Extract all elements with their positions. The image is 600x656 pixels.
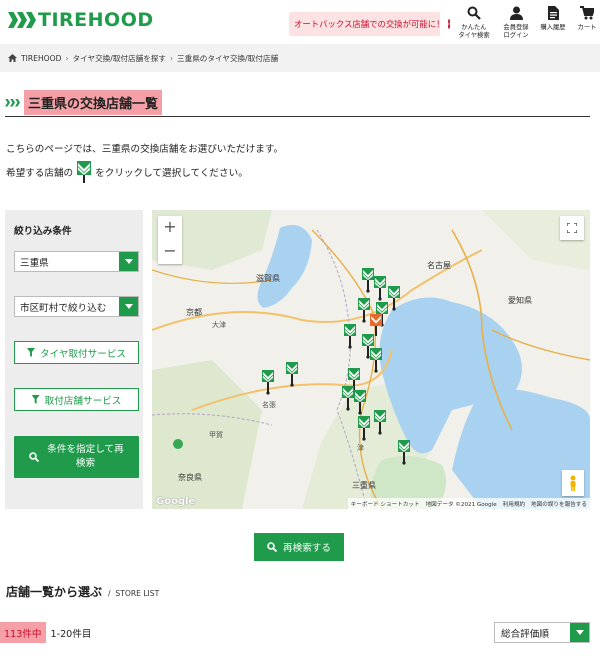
breadcrumb-item-tire-change[interactable]: タイヤ交換/取付店舗を探す [73, 53, 166, 64]
filter-search-label: 条件を指定して再 検索 [47, 444, 124, 469]
tirehood-logo[interactable]: TIREHOOD [8, 9, 154, 31]
map-footer-data: 地図データ ©2021 Google [425, 501, 497, 508]
home-icon [8, 54, 17, 62]
store-pins [262, 268, 410, 465]
header-nav-login[interactable]: 会員登録 ログイン [497, 5, 535, 40]
filter-tire-install-service-button[interactable]: タイヤ取付サービス [14, 341, 139, 364]
nav-label: 購入履歴 [540, 24, 566, 31]
nav-label: かんたん タイヤ検索 [458, 24, 490, 39]
filter-icon [26, 348, 35, 357]
filter-install-store-service-button[interactable]: 取付店舗サービス [14, 388, 139, 411]
intro-instruction-before: 希望する店舗の [6, 168, 74, 179]
promo-text: オートバックス店舗での交換が可能に！ [294, 19, 445, 29]
page-title-row: 三重県の交換店舗一覧 [5, 89, 590, 117]
intro-instruction-after: をクリックして選択してください。 [95, 168, 248, 179]
header-nav-tire-search[interactable]: かんたん タイヤ検索 [455, 5, 493, 40]
store-pin[interactable] [370, 348, 382, 373]
chevron-down-icon [119, 252, 138, 271]
breadcrumb-separator: › [169, 53, 174, 63]
filter-title: 絞り込み条件 [14, 226, 72, 237]
map-footer-terms[interactable]: 利用規約 [503, 500, 525, 508]
autobacs-promo-banner[interactable]: オートバックス店舗での交換が可能に！ › [289, 12, 451, 36]
search-icon [29, 452, 40, 462]
city-select-value: 市区町村で絞り込む [20, 302, 107, 314]
intro-instruction: 希望する店舗の をクリックして選択してください。 [6, 161, 248, 183]
store-pin[interactable] [286, 362, 298, 387]
breadcrumb-item-current: 三重県のタイヤ交換/取付店舗 [177, 53, 279, 63]
site-header: TIREHOOD オートバックス店舗での交換が可能に！ › かんたん タイヤ検索… [0, 0, 600, 44]
store-pin[interactable] [388, 286, 400, 311]
store-pin[interactable] [354, 390, 366, 415]
store-pin-icon [77, 161, 92, 183]
store-pin[interactable] [362, 268, 374, 293]
breadcrumb: TIREHOOD › タイヤ交換/取付店舗を探す › 三重県のタイヤ交換/取付店… [0, 44, 600, 72]
store-pin-selected[interactable] [370, 314, 382, 336]
filter-search-button[interactable]: 条件を指定して再 検索 [14, 436, 139, 478]
filter-button-label: タイヤ取付サービス [39, 348, 127, 360]
result-count: 113件中 1-20件目 [0, 622, 91, 643]
street-view-pegman-icon[interactable] [562, 470, 584, 496]
store-pin[interactable] [374, 410, 386, 435]
header-nav-cart[interactable]: カート [574, 5, 600, 32]
search-icon [467, 5, 481, 21]
zoom-out-icon[interactable]: − [163, 240, 176, 264]
store-pin[interactable] [262, 370, 274, 395]
arrow-right-icon: › [447, 19, 451, 29]
page-title: 三重県の交換店舗一覧 [24, 90, 163, 115]
header-nav-purchase-history[interactable]: 購入履歴 [536, 5, 570, 32]
google-logo: Google [156, 496, 196, 507]
prefecture-select[interactable]: 三重県 [14, 251, 139, 272]
city-select[interactable]: 市区町村で絞り込む [14, 296, 139, 317]
research-button-label: 再検索する [283, 543, 331, 554]
document-icon [547, 5, 559, 21]
logo-chevron-icon [8, 12, 36, 28]
chevron-down-icon [570, 623, 589, 642]
logo-text: TIREHOOD [38, 9, 154, 31]
user-icon [509, 5, 523, 21]
nav-label: 会員登録 ログイン [503, 24, 529, 39]
breadcrumb-home[interactable]: TIREHOOD [21, 54, 61, 63]
zoom-in-icon[interactable]: + [163, 216, 176, 240]
store-pin[interactable] [398, 440, 410, 465]
intro-text: こちらのページでは、三重県の交換店舗をお選びいただけます。 [6, 144, 284, 155]
result-total-badge: 113件中 [0, 622, 46, 643]
store-list-title: 店舗一覧から選ぶ [6, 585, 103, 599]
title-chevron-icon [5, 98, 20, 107]
breadcrumb-separator: › [65, 53, 69, 63]
filter-icon [31, 395, 40, 404]
prefecture-select-value: 三重県 [20, 257, 49, 269]
store-map[interactable]: 滋賀県 京都 奈良県 三重県 名古屋 愛知県 大津 名張 津 甲賀 + − Go… [152, 210, 590, 509]
result-range: 1-20件目 [50, 628, 92, 640]
nav-label: カート [577, 24, 597, 31]
search-icon [267, 542, 278, 552]
cart-icon [580, 5, 594, 21]
fullscreen-icon[interactable] [560, 216, 584, 240]
store-pin[interactable] [358, 298, 370, 323]
store-pin[interactable] [344, 324, 356, 349]
map-footer: キーボード ショートカット 地図データ ©2021 Google 利用規約 地図… [347, 498, 590, 509]
map-footer-shortcuts[interactable]: キーボード ショートカット [351, 500, 420, 508]
map-footer-report[interactable]: 地図の誤りを報告する [531, 500, 587, 508]
store-list-heading: 店舗一覧から選ぶ / STORE LIST [6, 583, 159, 600]
sort-select-value: 総合評価順 [501, 628, 549, 640]
sort-select[interactable]: 総合評価順 [494, 622, 590, 643]
store-pin[interactable] [342, 386, 354, 411]
chevron-down-icon [119, 297, 138, 316]
store-list-subtitle: / STORE LIST [108, 589, 160, 598]
filter-panel: 絞り込み条件 三重県 市区町村で絞り込む タイヤ取付サービス 取付店舗サービス … [5, 210, 143, 509]
map-zoom-control: + − [158, 216, 182, 264]
research-button[interactable]: 再検索する [254, 533, 344, 561]
store-pin[interactable] [374, 276, 386, 301]
store-pin[interactable] [358, 416, 370, 441]
filter-button-label: 取付店舗サービス [44, 395, 122, 407]
